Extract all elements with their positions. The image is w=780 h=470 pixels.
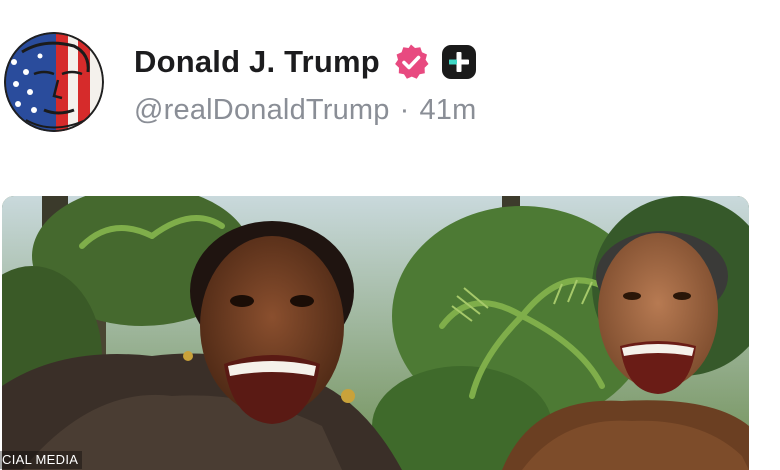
flag-portrait-avatar-icon — [4, 32, 104, 132]
avatar[interactable] — [4, 32, 104, 132]
author-display-name[interactable]: Donald J. Trump — [134, 44, 380, 80]
jungle-scene-image — [2, 196, 749, 470]
post-header: Donald J. Trump @realDonaldTrump · 41m — [0, 0, 780, 160]
meta-separator: · — [399, 94, 410, 126]
media-watermark: CIAL MEDIA — [0, 451, 83, 469]
plus-badge-icon — [441, 45, 476, 79]
author-meta-row: @realDonaldTrump · 41m — [134, 94, 476, 127]
author-handle[interactable]: @realDonaldTrump — [134, 94, 390, 126]
post-timestamp[interactable]: 41m — [419, 94, 476, 126]
author-name-row: Donald J. Trump — [134, 40, 476, 84]
post-media-image[interactable] — [2, 196, 749, 470]
verified-badge-icon — [392, 43, 430, 81]
